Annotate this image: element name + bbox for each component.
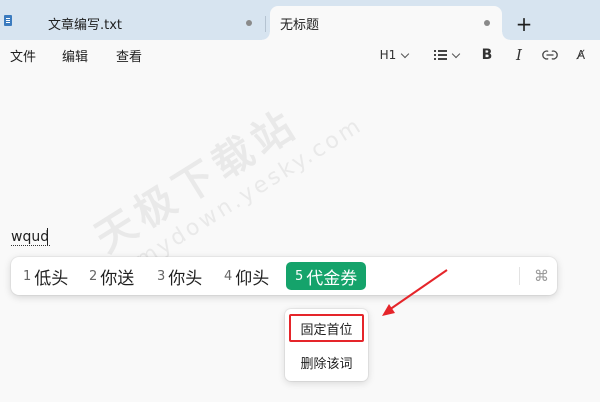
ime-candidate-selected[interactable]: 5 代金券 — [286, 262, 367, 290]
candidate-context-menu: 固定首位 删除该词 — [285, 309, 368, 381]
unsaved-dot-icon[interactable] — [246, 20, 252, 26]
menu-view[interactable]: 查看 — [116, 46, 142, 65]
text-caret — [47, 228, 48, 245]
bold-button[interactable]: B — [478, 44, 496, 66]
notepad-app-icon — [4, 15, 12, 26]
ime-candidate[interactable]: 2 你送 — [89, 262, 134, 290]
candidate-text: 仰头 — [235, 268, 270, 289]
tab-separator — [265, 16, 266, 32]
italic-button[interactable]: I — [510, 44, 528, 66]
candidate-text: 你送 — [100, 268, 135, 289]
menu-file[interactable]: 文件 — [10, 46, 36, 65]
ime-candidate-bar: 1 低头 2 你送 3 你头 4 仰头 5 代金券 ⌘ — [11, 257, 557, 295]
spellcheck-icon: A̸ — [576, 48, 586, 62]
menu-item-delete-word[interactable]: 删除该词 — [289, 348, 364, 376]
composition-text: wqud — [11, 229, 51, 246]
list-icon — [433, 50, 447, 60]
candidate-number: 2 — [89, 268, 98, 284]
ime-candidate[interactable]: 4 仰头 — [224, 262, 269, 290]
command-icon[interactable]: ⌘ — [534, 268, 549, 284]
heading-label: H1 — [379, 48, 397, 62]
candidate-number: 5 — [295, 268, 304, 284]
watermark-brand: 天极下载站 — [87, 100, 307, 262]
tab-bar: 文章编写.txt 无标题 + — [0, 0, 600, 40]
link-button[interactable] — [540, 44, 560, 66]
candidate-text: 你头 — [168, 268, 203, 289]
ime-separator — [519, 267, 520, 285]
menu-bar: 文件 编辑 查看 H1 B I A̸ — [0, 40, 600, 70]
tab-untitled-label: 无标题 — [280, 17, 320, 33]
candidate-text: 代金券 — [306, 268, 358, 289]
candidate-number: 3 — [157, 268, 166, 284]
ime-candidate[interactable]: 3 你头 — [157, 262, 202, 290]
tab-document[interactable]: 文章编写.txt — [38, 6, 264, 40]
menu-item-pin-first[interactable]: 固定首位 — [289, 314, 364, 342]
heading-dropdown-button[interactable]: H1 — [374, 44, 414, 66]
link-icon — [542, 50, 558, 60]
tab-document-label: 文章编写.txt — [48, 17, 123, 33]
list-dropdown-button[interactable] — [428, 44, 464, 66]
chevron-down-icon — [451, 49, 460, 58]
spellcheck-button[interactable]: A̸ — [570, 44, 592, 66]
candidate-number: 1 — [23, 268, 32, 284]
watermark: 天极下载站 mydown.yesky.com — [82, 63, 367, 284]
candidate-number: 4 — [224, 268, 233, 284]
candidate-text: 低头 — [34, 268, 69, 289]
ime-candidate[interactable]: 1 低头 — [23, 262, 68, 290]
tab-untitled[interactable]: 无标题 — [262, 6, 510, 40]
watermark-url: mydown.yesky.com — [131, 112, 368, 274]
chevron-down-icon — [401, 49, 410, 58]
new-tab-button[interactable]: + — [510, 10, 538, 38]
unsaved-dot-icon[interactable] — [484, 20, 490, 26]
menu-edit[interactable]: 编辑 — [62, 46, 88, 65]
